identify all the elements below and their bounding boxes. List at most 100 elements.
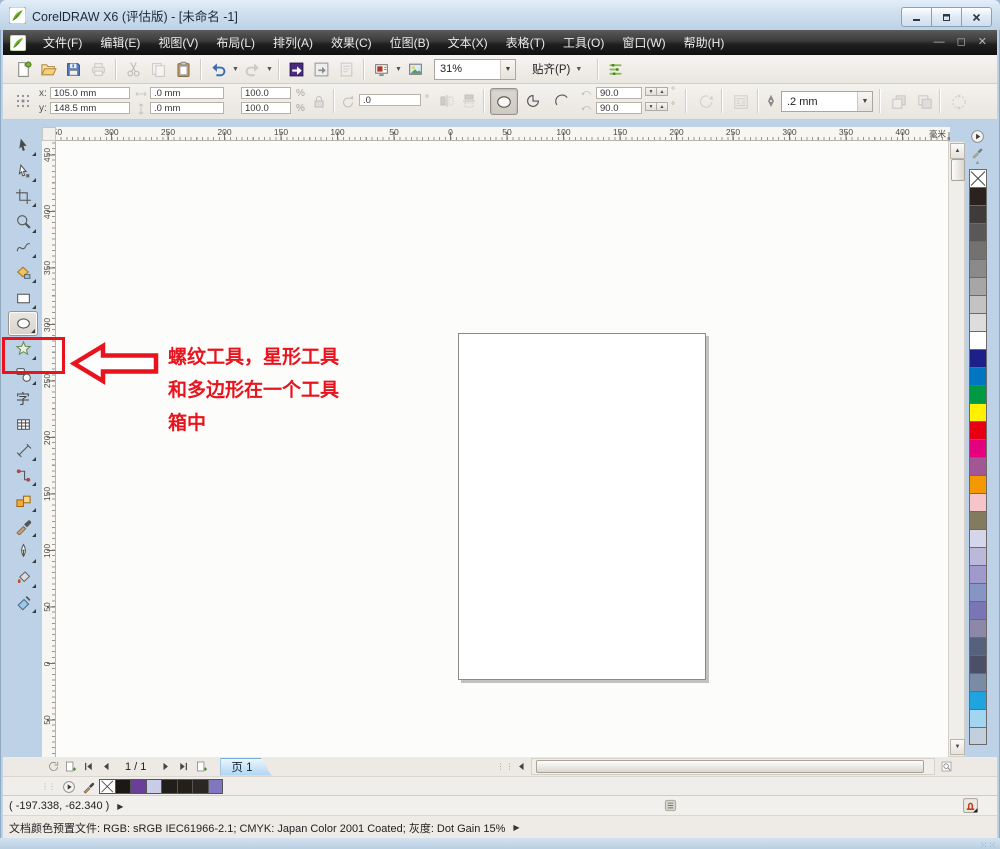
menu-item-edit[interactable]: 编辑(E) [91, 30, 149, 55]
undo-button[interactable] [206, 57, 231, 81]
document-color-swatch[interactable] [192, 779, 208, 794]
zoom-levels-button[interactable] [369, 57, 394, 81]
save-button[interactable] [61, 57, 86, 81]
ellipse-mode-button[interactable] [490, 88, 518, 115]
text-wrap-button[interactable] [727, 88, 753, 113]
coords-flyout-arrow[interactable]: ▶ [117, 802, 123, 811]
menu-item-text[interactable]: 文本(X) [439, 30, 497, 55]
to-back-button[interactable] [911, 88, 937, 113]
ruler-origin[interactable] [42, 127, 56, 141]
add-page-button-2[interactable] [192, 759, 210, 775]
print-button[interactable] [86, 57, 111, 81]
menu-item-bitmaps[interactable]: 位图(B) [381, 30, 439, 55]
resize-grip[interactable]: ⁙⁙ [980, 840, 997, 849]
menu-item-file[interactable]: 文件(F) [34, 30, 91, 55]
vertical-scrollbar[interactable]: ▲ ▼ [948, 141, 965, 757]
horizontal-scrollbar[interactable] [531, 758, 936, 775]
color-swatch[interactable] [969, 439, 987, 457]
doc-no-color-swatch[interactable] [99, 779, 115, 794]
drawing-canvas[interactable]: 螺纹工具，星形工具 和多边形在一个工具 箱中 [56, 141, 948, 757]
maximize-button[interactable] [931, 7, 962, 27]
color-swatch[interactable] [969, 691, 987, 709]
smart-fill-tool[interactable] [8, 260, 38, 285]
document-palette-eyedropper-icon[interactable] [82, 780, 96, 794]
menu-item-effects[interactable]: 效果(C) [322, 30, 381, 55]
close-button[interactable] [961, 7, 992, 27]
menu-item-help[interactable]: 帮助(H) [675, 30, 734, 55]
color-swatch[interactable] [969, 493, 987, 511]
menu-item-layout[interactable]: 布局(L) [207, 30, 264, 55]
color-swatch[interactable] [969, 565, 987, 583]
to-front-button[interactable] [885, 88, 911, 113]
color-swatch[interactable] [969, 655, 987, 673]
new-document-button[interactable] [11, 57, 36, 81]
previous-page-button[interactable] [97, 759, 115, 775]
color-swatch[interactable] [969, 619, 987, 637]
cut-button[interactable] [121, 57, 146, 81]
next-page-button[interactable] [156, 759, 174, 775]
object-width-field[interactable]: .0 mm [150, 87, 224, 99]
color-swatch[interactable] [969, 403, 987, 421]
dimension-tool[interactable] [8, 438, 38, 463]
color-swatch[interactable] [969, 475, 987, 493]
color-swatch[interactable] [969, 583, 987, 601]
color-swatch[interactable] [969, 529, 987, 547]
pie-mode-button[interactable] [520, 88, 546, 113]
y-position-field[interactable]: 148.5 mm [50, 102, 130, 114]
arc-end-spin-up[interactable]: ▲ [656, 102, 668, 111]
palette-flyout-button[interactable] [970, 129, 985, 144]
change-direction-button[interactable] [691, 88, 717, 113]
mirror-horizontal-icon[interactable] [439, 93, 455, 109]
crop-tool[interactable] [8, 184, 38, 209]
arc-mode-button[interactable] [549, 88, 575, 113]
outline-width-combo[interactable]: .2 mm▼ [781, 91, 873, 112]
rotation-angle-field[interactable]: .0 [359, 94, 421, 106]
scroll-up-arrow[interactable]: ▲ [950, 143, 965, 159]
color-swatch[interactable] [969, 421, 987, 439]
zoom-tool[interactable] [8, 209, 38, 234]
freehand-tool[interactable] [8, 235, 38, 260]
color-swatch[interactable] [969, 349, 987, 367]
color-swatch[interactable] [969, 205, 987, 223]
table-tool[interactable] [8, 412, 38, 437]
alignment-guides-button[interactable] [603, 57, 628, 81]
shape-tool[interactable] [8, 158, 38, 183]
color-swatch[interactable] [969, 547, 987, 565]
color-swatch[interactable] [969, 367, 987, 385]
document-color-swatch[interactable] [161, 779, 177, 794]
color-swatch[interactable] [969, 331, 987, 349]
arc-end-angle-field[interactable]: 90.0 [596, 102, 642, 114]
scroll-down-arrow[interactable]: ▼ [950, 739, 965, 755]
color-swatch[interactable] [969, 223, 987, 241]
color-swatch[interactable] [969, 241, 987, 259]
fill-tool[interactable] [8, 565, 38, 590]
document-color-swatch[interactable] [208, 779, 224, 794]
first-page-button[interactable] [79, 759, 97, 775]
vertical-scroll-thumb[interactable] [951, 159, 965, 181]
document-color-swatch[interactable] [177, 779, 193, 794]
redo-button[interactable] [240, 57, 265, 81]
zoom-level-combo[interactable]: 31%▼ [434, 59, 516, 80]
menu-item-window[interactable]: 窗口(W) [613, 30, 674, 55]
scale-y-field[interactable]: 100.0 [241, 102, 291, 114]
arc-start-angle-field[interactable]: 90.0 [596, 87, 642, 99]
minimize-button[interactable] [901, 7, 932, 27]
fullscreen-preview-button[interactable] [403, 57, 428, 81]
color-swatch[interactable] [969, 259, 987, 277]
color-swatch[interactable] [969, 727, 987, 745]
x-position-field[interactable]: 105.0 mm [50, 87, 130, 99]
chevron-down-icon[interactable]: ▼ [265, 66, 274, 73]
palette-drag-handle[interactable]: ⋮⋮ [41, 782, 55, 791]
color-swatch[interactable] [969, 709, 987, 727]
doc-minimize-button[interactable]: — [934, 35, 945, 49]
page-tab[interactable]: 页 1 [220, 758, 271, 776]
palette-scroll-up[interactable]: ▲ [971, 160, 984, 166]
scale-x-field[interactable]: 100.0 [241, 87, 291, 99]
page-curl-icon[interactable] [43, 759, 61, 775]
color-swatch[interactable] [969, 601, 987, 619]
color-swatch[interactable] [969, 637, 987, 655]
color-swatch[interactable] [969, 457, 987, 475]
chevron-down-icon[interactable]: ▼ [394, 66, 403, 73]
text-tool[interactable]: 字 [8, 387, 38, 412]
color-swatch[interactable] [969, 385, 987, 403]
